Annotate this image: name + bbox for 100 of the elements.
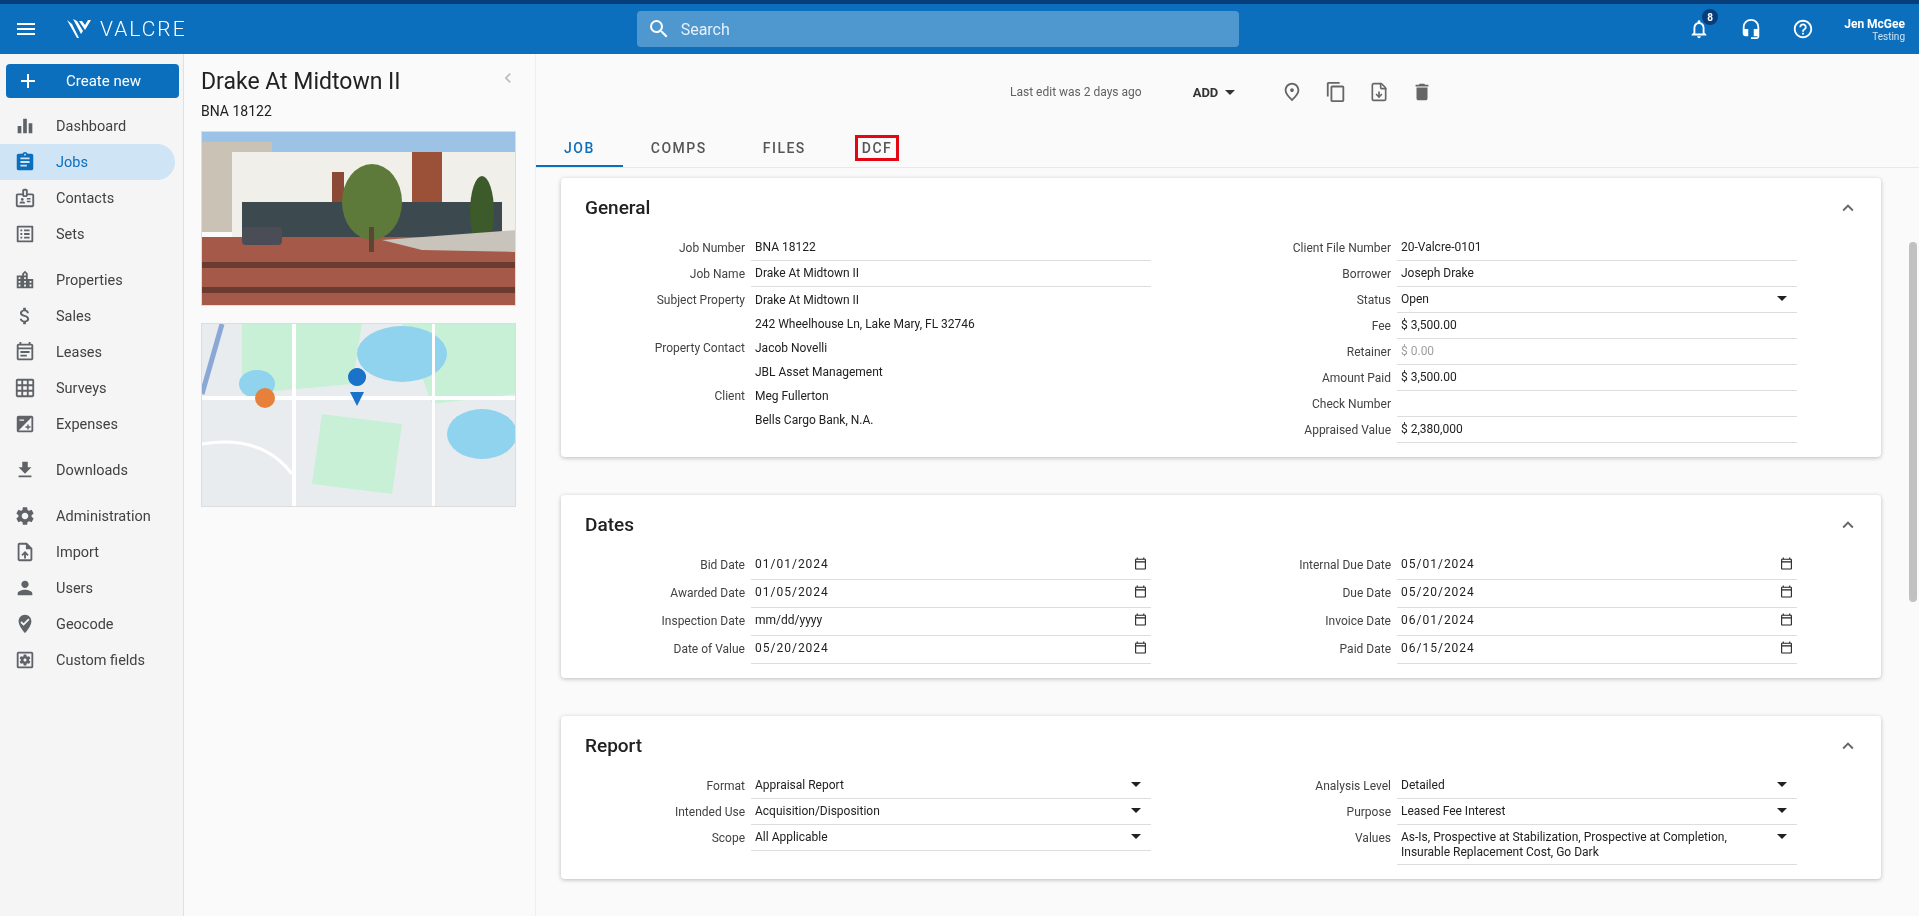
nav-item[interactable]: Sales: [0, 298, 175, 334]
caret-icon[interactable]: [1777, 834, 1787, 839]
input-field[interactable]: $ 0.00: [1401, 344, 1793, 358]
plus-minus-icon: [14, 413, 36, 435]
input-field[interactable]: Drake At Midtown II: [751, 261, 1151, 287]
date-field[interactable]: 06/15/2024: [1397, 636, 1797, 664]
field-label: Paid Date: [1338, 641, 1391, 656]
dropdown-field[interactable]: Open: [1397, 287, 1797, 313]
nav-item[interactable]: Expenses: [0, 406, 175, 442]
create-new-button[interactable]: Create new: [6, 64, 179, 98]
calendar-icon[interactable]: [1134, 641, 1147, 654]
dropdown-field[interactable]: Leased Fee Interest: [1397, 799, 1797, 825]
field-label: Format: [705, 778, 745, 793]
nav-item[interactable]: Import: [0, 534, 175, 570]
field-label: Retainer: [1345, 344, 1391, 359]
section-title: Report: [585, 734, 643, 757]
add-button[interactable]: ADD: [1186, 83, 1242, 101]
input-field[interactable]: Joseph Drake: [1397, 261, 1797, 287]
dropdown-field[interactable]: Acquisition/Disposition: [751, 799, 1151, 825]
field-label: Internal Due Date: [1298, 557, 1391, 572]
tab[interactable]: FILES: [734, 130, 834, 167]
calendar-icon: [14, 341, 36, 363]
scrollbar[interactable]: [1909, 242, 1917, 602]
gear-icon: [14, 505, 36, 527]
field-label: Appraised Value: [1303, 422, 1391, 437]
calendar-icon[interactable]: [1780, 585, 1793, 598]
list-icon: [14, 223, 36, 245]
calendar-icon[interactable]: [1134, 585, 1147, 598]
nav-item[interactable]: Leases: [0, 334, 175, 370]
user-role: Testing: [1872, 30, 1905, 42]
input-field[interactable]: 20-Valcre-0101: [1397, 235, 1797, 261]
field-label: Intended Use: [673, 804, 745, 819]
date-field[interactable]: 05/01/2024: [1397, 552, 1797, 580]
caret-icon[interactable]: [1131, 834, 1141, 839]
field-text: Bells Cargo Bank, N.A.: [754, 412, 875, 429]
nav-item[interactable]: Custom fields: [0, 642, 175, 678]
field-label: Scope: [710, 830, 745, 845]
nav-item[interactable]: Properties: [0, 262, 175, 298]
field-label: Purpose: [1345, 804, 1391, 819]
nav-item[interactable]: Sets: [0, 216, 175, 252]
section-title: General: [585, 196, 651, 219]
section-title: Dates: [585, 513, 634, 536]
calendar-icon[interactable]: [1134, 557, 1147, 570]
dropdown-field[interactable]: Appraisal Report: [751, 773, 1151, 799]
field-text: JBL Asset Management: [754, 364, 884, 381]
tab[interactable]: COMPS: [622, 130, 735, 167]
tab[interactable]: JOB: [536, 130, 623, 167]
file-download-icon[interactable]: [1369, 81, 1390, 103]
field-label: Amount Paid: [1320, 370, 1391, 385]
nav-item[interactable]: Geocode: [0, 606, 175, 642]
field-label: Bid Date: [699, 557, 745, 572]
field-text: Jacob Novelli: [754, 340, 829, 357]
nav-item[interactable]: Jobs: [0, 144, 175, 180]
dropdown-field[interactable]: As-Is, Prospective at Stabilization, Prospective at Completion, Insurable Replacement Cost, Go Dark: [1397, 825, 1797, 865]
caret-icon[interactable]: [1777, 808, 1787, 813]
date-field[interactable]: 05/20/2024: [751, 636, 1151, 664]
date-field[interactable]: 06/01/2024: [1397, 608, 1797, 636]
last-edit-text: Last edit was 2 days ago: [1010, 85, 1142, 99]
calendar-icon[interactable]: [1780, 613, 1793, 626]
help-icon[interactable]: [1792, 18, 1815, 40]
nav-item[interactable]: Contacts: [0, 180, 175, 216]
caret-icon[interactable]: [1225, 89, 1236, 95]
input-field[interactable]: $ 3,500.00: [1397, 313, 1797, 339]
grid-icon: [14, 377, 36, 399]
monitor-gear-icon: [14, 649, 36, 671]
input-field[interactable]: BNA 18122: [751, 235, 1151, 261]
input-field[interactable]: $ 2,380,000: [1397, 417, 1797, 443]
user-name[interactable]: Jen McGee: [1844, 16, 1905, 31]
nav-item[interactable]: Downloads: [0, 452, 175, 488]
field-label: Subject Property: [655, 292, 745, 307]
caret-icon[interactable]: [1131, 782, 1141, 787]
field-text: Meg Fullerton: [754, 388, 830, 405]
field-label: Status: [1355, 292, 1391, 307]
input-field[interactable]: $ 3,500.00: [1397, 365, 1797, 391]
nav-item[interactable]: Dashboard: [0, 108, 175, 144]
caret-icon[interactable]: [1777, 782, 1787, 787]
field-label: Awarded Date: [669, 585, 745, 600]
field-label: Inspection Date: [660, 613, 745, 628]
notification-badge: 8: [1702, 9, 1719, 25]
nav-item[interactable]: Users: [0, 570, 175, 606]
nav-item[interactable]: Surveys: [0, 370, 175, 406]
date-field[interactable]: mm/dd/yyyy: [755, 613, 1134, 627]
calendar-icon[interactable]: [1134, 613, 1147, 626]
field-label: Due Date: [1341, 585, 1391, 600]
nav-item[interactable]: Administration: [0, 498, 175, 534]
calendar-icon[interactable]: [1780, 641, 1793, 654]
date-field[interactable]: 01/05/2024: [751, 580, 1151, 608]
dropdown-field[interactable]: All Applicable: [751, 825, 1151, 851]
field-label: Check Number: [1311, 396, 1391, 411]
caret-icon[interactable]: [1131, 808, 1141, 813]
job-number: BNA 18122: [201, 103, 273, 119]
field-label: Values: [1354, 830, 1391, 845]
date-field[interactable]: 01/01/2024: [751, 552, 1151, 580]
caret-icon[interactable]: [1777, 296, 1787, 301]
date-field[interactable]: 05/20/2024: [1397, 580, 1797, 608]
field-text: Drake At Midtown II: [754, 292, 861, 309]
dropdown-field[interactable]: Detailed: [1397, 773, 1797, 799]
field-label: Analysis Level: [1314, 778, 1391, 793]
tab[interactable]: DCF: [833, 130, 921, 167]
calendar-icon[interactable]: [1780, 557, 1793, 570]
